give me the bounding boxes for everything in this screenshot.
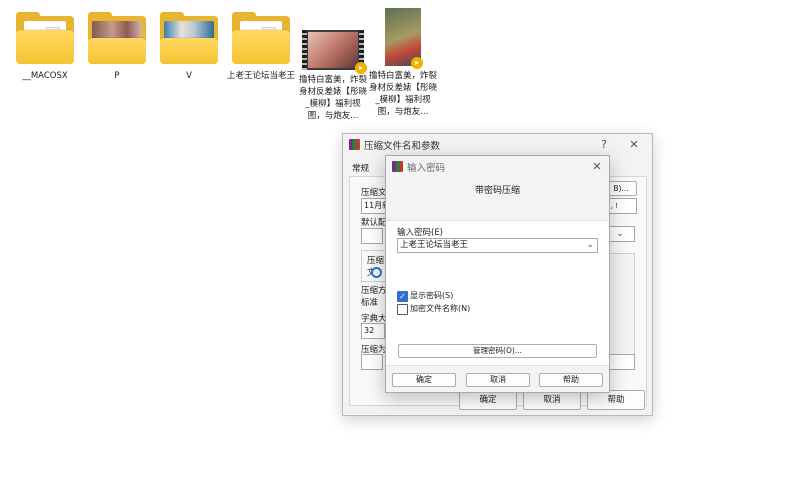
show-password-checkbox[interactable]: ✓ — [397, 291, 408, 302]
icon-label: P — [114, 71, 120, 81]
desktop-icon-image[interactable]: ▸ 撸特白富美，炸裂身材反差婊【彤晓_模柳】福利视图，与炮友... — [367, 6, 439, 118]
chevron-down-icon[interactable]: ⌄ — [586, 239, 594, 252]
folder-icon — [16, 12, 74, 64]
icon-label: 撸特白富美，炸裂身材反差婊【彤晓_模柳】福利视图，与炮友... — [298, 75, 367, 121]
help-button[interactable]: 帮助 — [587, 390, 645, 410]
show-password-label: 显示密码(S) — [410, 291, 454, 300]
winrar-icon — [349, 139, 360, 150]
video-thumbnail-icon: ▸ — [302, 30, 367, 74]
encrypt-names-label: 加密文件名称(N) — [410, 304, 471, 313]
rar-format-radio[interactable] — [371, 267, 382, 278]
player-badge-icon: ▸ — [355, 62, 367, 74]
help-icon[interactable]: ? — [596, 137, 612, 153]
desktop-icon-macosx[interactable]: __MACOSX — [9, 6, 81, 82]
password-dialog: 输入密码 ✕ 带密码压缩 输入密码(E) 上老王论坛当老王 ⌄ ✓ 显示密码(S… — [385, 155, 610, 393]
close-icon[interactable]: ✕ — [589, 159, 605, 175]
default-profile-label: 默认配 — [361, 218, 387, 228]
dictionary-size-select[interactable]: 32 — [361, 323, 385, 339]
image-thumbnail-icon: ▸ — [385, 8, 423, 69]
desktop-icon-v[interactable]: V — [153, 6, 225, 82]
icon-label: 撸特白富美，炸裂身材反差婊【彤晓_模柳】福利视图，与炮友... — [368, 71, 437, 117]
encrypt-names-checkbox[interactable] — [397, 304, 408, 315]
desktop-icon-video[interactable]: ▸ 撸特白富美，炸裂身材反差婊【彤晓_模柳】福利视图，与炮友... — [297, 6, 369, 122]
icon-label: V — [186, 71, 192, 81]
password-dialog-titlebar[interactable]: 输入密码 ✕ — [386, 156, 609, 178]
folder-icon — [160, 12, 218, 64]
password-dialog-title: 输入密码 — [407, 163, 446, 174]
cancel-button[interactable]: 取消 — [466, 373, 530, 387]
ok-button[interactable]: 确定 — [392, 373, 456, 387]
viewer-badge-icon: ▸ — [411, 57, 423, 69]
password-value: 上老王论坛当老王 — [400, 240, 469, 250]
icon-label: 上老王论坛当老王 — [226, 71, 295, 81]
archive-name-label: 压缩文 — [361, 188, 387, 198]
manage-passwords-button[interactable]: 管理密码(O)... — [398, 344, 597, 358]
winrar-icon — [392, 161, 403, 172]
archive-dialog-title: 压缩文件名和参数 — [364, 141, 441, 152]
password-input[interactable]: 上老王论坛当老王 ⌄ — [397, 238, 598, 253]
icon-label: __MACOSX — [22, 71, 68, 81]
desktop-icon-p[interactable]: P — [81, 6, 153, 82]
desktop-icon-folder-laowang[interactable]: 上老王论坛当老王 — [225, 6, 297, 82]
ok-button[interactable]: 确定 — [459, 390, 517, 410]
folder-icon — [88, 12, 146, 64]
split-volume-input[interactable] — [361, 354, 383, 370]
close-icon[interactable]: ✕ — [626, 137, 642, 153]
password-label: 输入密码(E) — [397, 228, 444, 238]
help-button[interactable]: 帮助 — [539, 373, 603, 387]
compression-method-label: 压缩方 — [361, 286, 387, 296]
password-heading: 带密码压缩 — [474, 186, 520, 196]
archive-dialog-titlebar[interactable]: 压缩文件名和参数 ? ✕ — [343, 134, 652, 156]
tab-general[interactable]: 常规 — [352, 162, 369, 174]
profile-field[interactable] — [361, 228, 383, 244]
cancel-button[interactable]: 取消 — [523, 390, 581, 410]
password-panel: 输入密码(E) 上老王论坛当老王 ⌄ ✓ 显示密码(S) 加密文件名称(N) 管… — [386, 220, 609, 366]
folder-icon — [232, 12, 290, 64]
compression-method-value[interactable]: 标准 — [361, 296, 378, 308]
